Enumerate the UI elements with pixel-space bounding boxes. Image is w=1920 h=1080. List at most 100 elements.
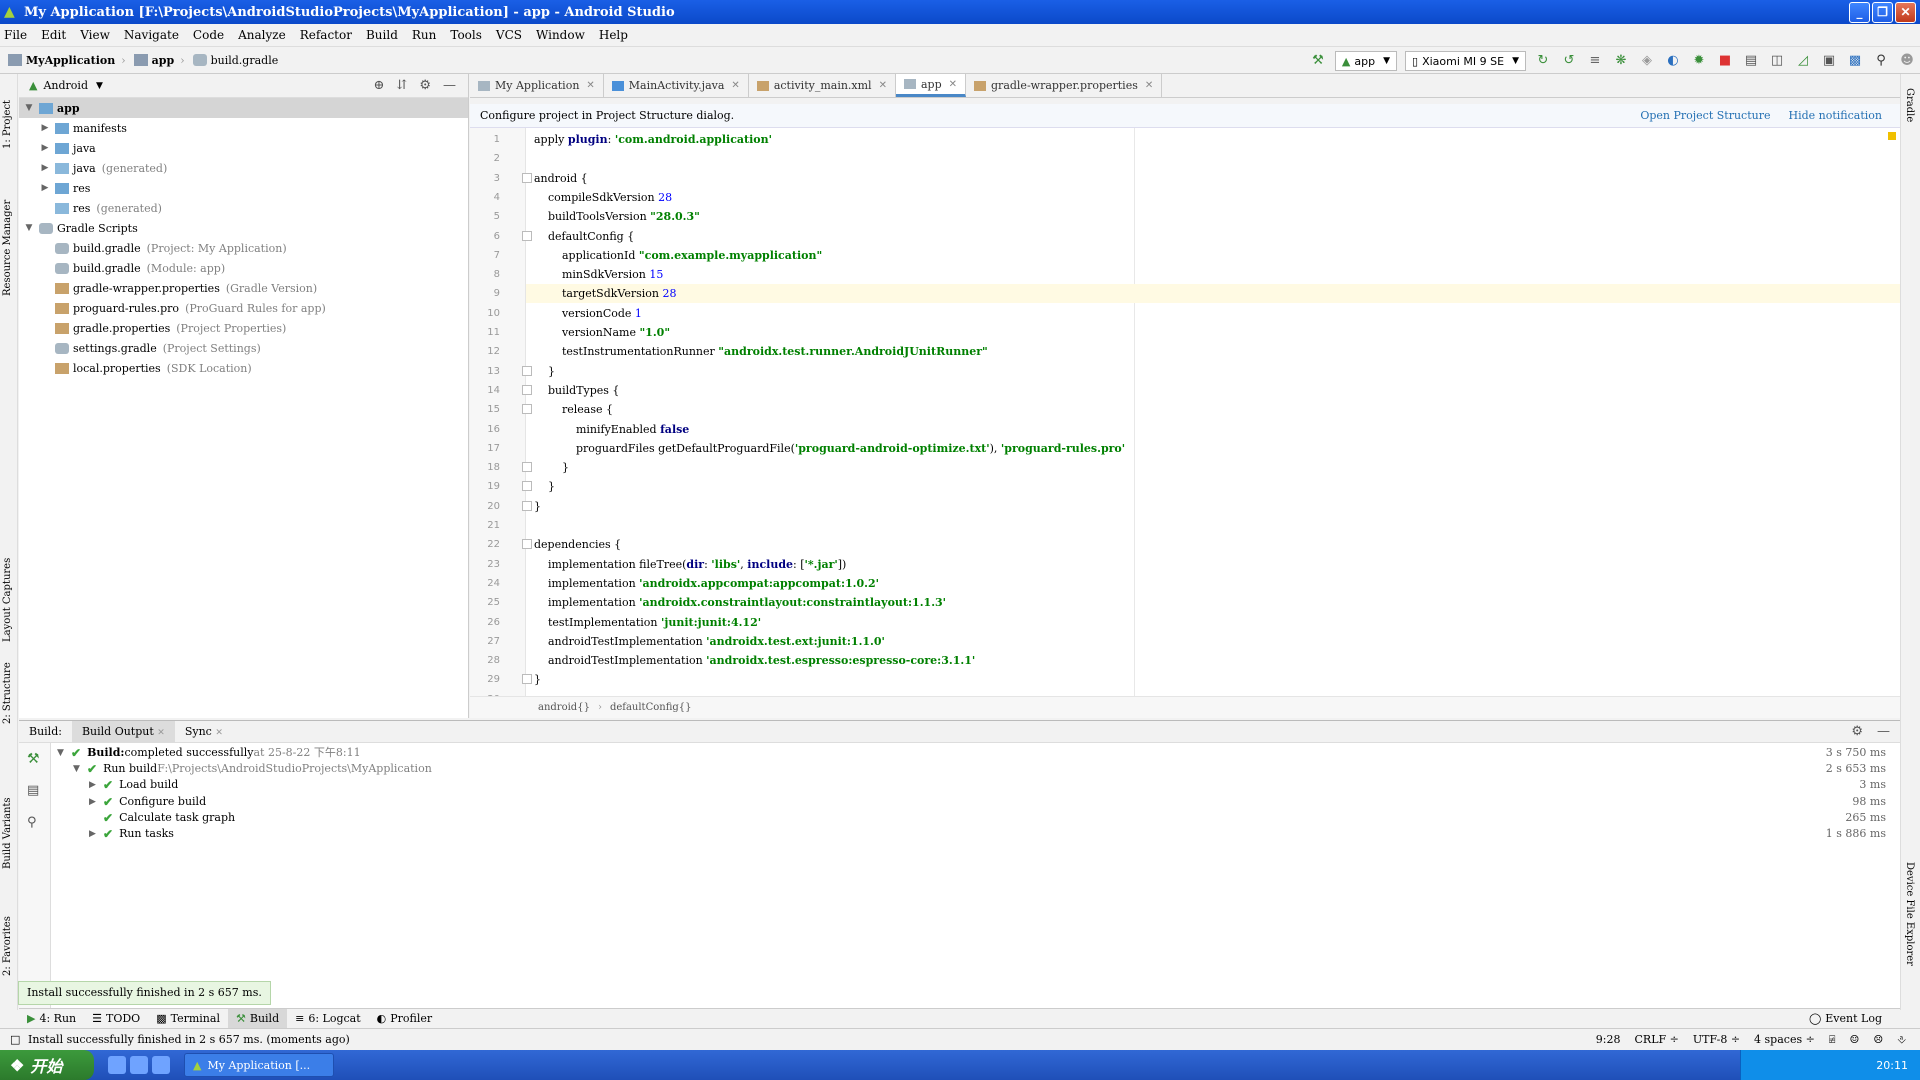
code-line[interactable]: implementation 'androidx.appcompat:appco… — [534, 574, 879, 593]
code-line[interactable]: apply plugin: 'com.android.application' — [534, 130, 772, 149]
tree-item[interactable]: settings.gradle (Project Settings) — [19, 338, 468, 358]
coverage-icon[interactable]: ◈ — [1637, 51, 1657, 71]
sync-project-icon[interactable]: ▤ — [1741, 51, 1761, 71]
line-number[interactable]: 18 — [470, 458, 500, 477]
quicklaunch-icon[interactable] — [130, 1056, 148, 1074]
quicklaunch-icon[interactable] — [152, 1056, 170, 1074]
tree-item[interactable]: ▶ manifests — [19, 118, 468, 138]
project-tool-button[interactable]: 1: Project — [2, 100, 13, 149]
build-tree-row[interactable]: ▼ ✔ Run build F:\Projects\AndroidStudioPro… — [73, 761, 432, 777]
build-tree-row[interactable]: ▶ ✔ Run tasks — [89, 826, 174, 842]
run-tool-button[interactable]: ▶ 4: Run — [19, 1009, 84, 1029]
menu-build[interactable]: Build — [366, 28, 398, 42]
tree-item[interactable]: ▶ res — [19, 178, 468, 198]
editor-tab[interactable]: gradle-wrapper.properties ✕ — [966, 74, 1163, 97]
line-number[interactable]: 5 — [470, 207, 500, 226]
apply-code-changes-icon[interactable]: ≡ — [1585, 51, 1605, 71]
menu-refactor[interactable]: Refactor — [300, 28, 352, 42]
breadcrumb-file[interactable]: build.gradle — [192, 54, 278, 67]
fold-marker-icon[interactable] — [522, 384, 532, 395]
line-number[interactable]: 11 — [470, 323, 500, 342]
hide-notification-link[interactable]: Hide notification — [1788, 109, 1882, 122]
clock[interactable]: 20:11 — [1876, 1059, 1908, 1072]
toggle-tool-windows-icon[interactable]: □ — [10, 1033, 20, 1046]
menu-view[interactable]: View — [80, 28, 110, 42]
code-line[interactable]: } — [534, 362, 555, 381]
line-number[interactable]: 10 — [470, 304, 500, 323]
hammer-icon[interactable]: ⚒ — [27, 751, 40, 767]
collapsed-arrow-icon[interactable]: ▶ — [39, 143, 51, 153]
line-number[interactable]: 13 — [470, 362, 500, 381]
code-line[interactable]: versionName "1.0" — [534, 323, 670, 342]
code-line[interactable]: targetSdkVersion 28 — [526, 284, 1900, 304]
project-view-select[interactable]: Android — [43, 79, 88, 92]
code-line[interactable]: release { — [534, 400, 613, 419]
close-icon[interactable]: ✕ — [215, 728, 223, 738]
open-project-structure-link[interactable]: Open Project Structure — [1640, 109, 1770, 122]
fold-marker-icon[interactable] — [522, 674, 532, 685]
collapsed-arrow-icon[interactable]: ▶ — [39, 183, 51, 193]
file-encoding[interactable]: UTF-8 ÷ — [1693, 1033, 1740, 1046]
line-number[interactable]: 26 — [470, 613, 500, 632]
favorites-tool-button[interactable]: 2: Favorites — [2, 916, 13, 976]
tree-item[interactable]: ▼ app — [19, 98, 468, 118]
tree-item[interactable]: ▶ java (generated) — [19, 158, 468, 178]
minimize-button[interactable]: _ — [1849, 1, 1870, 23]
breadcrumb-project[interactable]: MyApplication › — [8, 54, 126, 67]
tree-item[interactable]: gradle-wrapper.properties (Gradle Version… — [19, 278, 468, 298]
code-line[interactable]: versionCode 1 — [534, 304, 642, 323]
code-line[interactable]: } — [534, 458, 569, 477]
tree-item[interactable]: build.gradle (Module: app) — [19, 258, 468, 278]
menu-file[interactable]: File — [4, 28, 27, 42]
trash-icon[interactable]: ⎀ — [1897, 1033, 1906, 1047]
close-icon[interactable]: ✕ — [157, 728, 165, 738]
search-icon[interactable]: ⚲ — [1871, 51, 1891, 71]
close-icon[interactable]: ✕ — [879, 80, 887, 91]
install-toast[interactable]: Install successfully finished in 2 s 657… — [18, 981, 271, 1005]
menu-navigate[interactable]: Navigate — [124, 28, 179, 42]
line-number[interactable]: 22 — [470, 535, 500, 554]
close-icon[interactable]: ✕ — [731, 80, 739, 91]
close-icon[interactable]: ✕ — [949, 79, 957, 90]
start-button[interactable]: ❖ 开始 — [0, 1050, 94, 1080]
code-line[interactable]: implementation fileTree(dir: 'libs', inc… — [534, 555, 846, 574]
line-number[interactable]: 4 — [470, 188, 500, 207]
code-line[interactable]: androidTestImplementation 'androidx.test… — [534, 651, 975, 670]
run-icon[interactable]: ↻ — [1533, 51, 1553, 71]
fold-marker-icon[interactable] — [522, 481, 532, 492]
tree-item[interactable]: ▼ Gradle Scripts — [19, 218, 468, 238]
status-message[interactable]: Install successfully finished in 2 s 657… — [28, 1033, 350, 1046]
warning-marker[interactable] — [1888, 132, 1896, 140]
gear-icon[interactable]: ⚙ — [419, 78, 431, 93]
code-line[interactable]: } — [534, 497, 541, 516]
line-number[interactable]: 27 — [470, 632, 500, 651]
line-number[interactable]: 1 — [470, 130, 500, 149]
avd-manager-icon[interactable]: ◫ — [1767, 51, 1787, 71]
restore-button[interactable]: ❐ — [1872, 1, 1893, 23]
chevron-down-icon[interactable]: ▼ — [96, 81, 103, 91]
make-project-icon[interactable]: ⚒ — [1308, 51, 1328, 71]
menu-window[interactable]: Window — [536, 28, 585, 42]
menu-help[interactable]: Help — [599, 28, 628, 42]
close-icon[interactable]: ✕ — [586, 80, 594, 91]
line-number[interactable]: 28 — [470, 651, 500, 670]
hide-icon[interactable]: — — [443, 78, 456, 93]
fold-marker-icon[interactable] — [522, 404, 532, 415]
line-number[interactable]: 2 — [470, 149, 500, 168]
code-line[interactable]: androidTestImplementation 'androidx.test… — [534, 632, 885, 651]
code-editor[interactable]: 1 2 3 4 5 6 7 8 9 10 11 12 13 14 15 16 17 18 19 20 21 22 23 24 2… — [470, 128, 1900, 705]
build-tree-row[interactable]: ▶ ✔ Load build — [89, 777, 178, 793]
line-number[interactable]: 7 — [470, 246, 500, 265]
code-line[interactable]: testInstrumentationRunner "androidx.test… — [534, 342, 988, 361]
logcat-tool-button[interactable]: ≡ 6: Logcat — [287, 1009, 369, 1029]
expand-arrow-icon[interactable]: ▼ — [73, 761, 87, 777]
code-line[interactable]: defaultConfig { — [534, 227, 634, 246]
expand-arrow-icon[interactable]: ▼ — [57, 745, 71, 761]
line-number[interactable]: 23 — [470, 555, 500, 574]
collapsed-arrow-icon[interactable]: ▶ — [39, 123, 51, 133]
lock-icon[interactable]: ⍯ — [1829, 1033, 1836, 1047]
sdk-manager-icon[interactable]: ◿ — [1793, 51, 1813, 71]
fold-marker-icon[interactable] — [522, 172, 532, 183]
tree-item[interactable]: gradle.properties (Project Properties) — [19, 318, 468, 338]
line-number[interactable]: 21 — [470, 516, 500, 535]
